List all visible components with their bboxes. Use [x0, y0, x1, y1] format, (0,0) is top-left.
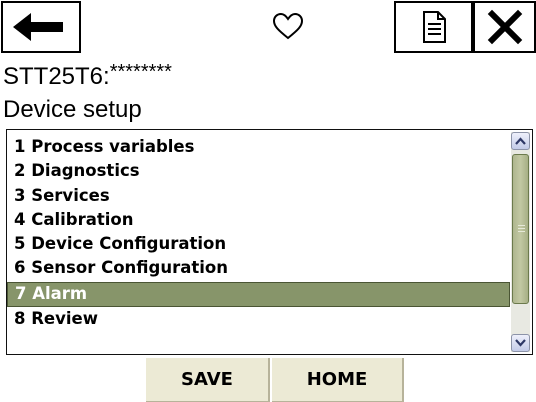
- document-icon: [419, 10, 449, 44]
- scrollbar[interactable]: [511, 132, 530, 352]
- menu-item-diagnostics[interactable]: 2 Diagnostics: [7, 159, 510, 183]
- menu-item-services[interactable]: 3 Services: [7, 184, 510, 208]
- menu-title: Device setup: [3, 96, 142, 123]
- menu-item-sensor-configuration[interactable]: 6 Sensor Configuration: [7, 256, 510, 280]
- menu-item-calibration[interactable]: 4 Calibration: [7, 208, 510, 232]
- chevron-down-icon: [515, 334, 526, 352]
- scroll-thumb[interactable]: [512, 154, 529, 304]
- menu-item-review[interactable]: 8 Review: [7, 307, 510, 331]
- device-tag: STT25T6:********: [3, 56, 172, 90]
- device-tag-masked: ********: [109, 61, 172, 83]
- scroll-down-button[interactable]: [511, 334, 530, 352]
- document-button[interactable]: [394, 1, 473, 53]
- menu-item-device-configuration[interactable]: 5 Device Configuration: [7, 232, 510, 256]
- home-button[interactable]: HOME: [272, 358, 404, 402]
- chevron-up-icon: [515, 132, 526, 150]
- arrow-left-icon: [11, 10, 71, 44]
- close-button[interactable]: [473, 1, 536, 53]
- menu-item-alarm[interactable]: 7 Alarm: [7, 281, 510, 307]
- grip-icon: [518, 225, 525, 232]
- back-button[interactable]: [1, 1, 81, 53]
- heart-outline-icon[interactable]: [268, 10, 308, 42]
- save-button[interactable]: SAVE: [146, 358, 270, 402]
- menu-list[interactable]: 1 Process variables 2 Diagnostics 3 Serv…: [6, 129, 533, 355]
- menu-item-process-variables[interactable]: 1 Process variables: [7, 135, 510, 159]
- menu-items: 1 Process variables 2 Diagnostics 3 Serv…: [7, 135, 510, 331]
- scroll-up-button[interactable]: [511, 132, 530, 150]
- device-tag-label: STT25T6:: [3, 63, 110, 90]
- close-x-icon: [487, 9, 523, 45]
